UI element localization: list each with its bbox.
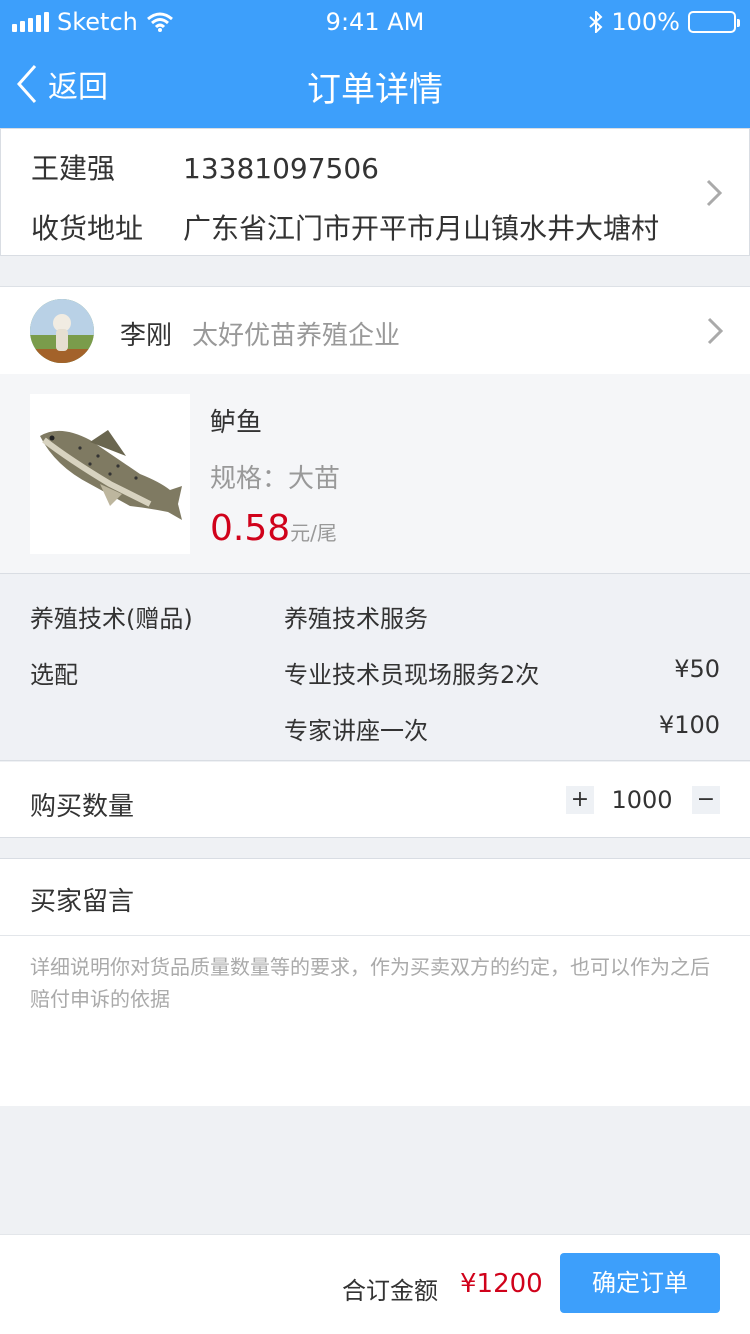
option-name[interactable]: 专家讲座一次 xyxy=(284,711,428,746)
buyer-message-section: 买家留言 xyxy=(0,858,750,1106)
message-input[interactable] xyxy=(30,951,720,1091)
product-spec: 规格：大苗 xyxy=(210,464,341,494)
product-unit: 元/尾 xyxy=(290,521,337,545)
recipient-row: 王建强 13381097506 xyxy=(31,147,379,187)
address-card[interactable]: 王建强 13381097506 收货地址 广东省江门市开平市月山镇水井大塘村 xyxy=(0,128,750,256)
product-price-row: 0.58元/尾 xyxy=(210,508,337,549)
chevron-right-icon xyxy=(706,179,723,207)
recipient-name: 王建强 xyxy=(31,152,116,185)
battery-icon xyxy=(688,11,740,33)
header: Sketch 9:41 AM 100% 返回 订单详情 xyxy=(0,0,750,128)
gift-value: 养殖技术服务 xyxy=(284,605,428,633)
address-label: 收货地址 xyxy=(31,212,144,245)
confirm-order-button[interactable]: 确定订单 xyxy=(560,1253,720,1313)
seller-name: 李刚 xyxy=(120,321,173,351)
product-image xyxy=(30,394,190,554)
status-bar: Sketch 9:41 AM 100% xyxy=(0,0,750,42)
footer-bar: 合订金额 ¥1200 确定订单 xyxy=(0,1234,750,1334)
message-label: 买家留言 xyxy=(30,887,135,917)
option-name[interactable]: 专业技术员现场服务2次 xyxy=(284,655,539,690)
optional-label: 选配 xyxy=(30,661,78,689)
quantity-row: 购买数量 + 1000 − xyxy=(0,762,750,838)
quantity-value[interactable]: 1000 xyxy=(596,786,688,814)
option-price: ¥50 xyxy=(674,655,720,683)
status-right: 100% xyxy=(589,8,740,36)
avatar xyxy=(30,299,94,363)
seller-row[interactable]: 李刚 太好优苗养殖企业 xyxy=(0,286,750,374)
page-title: 订单详情 xyxy=(307,70,443,110)
option-price: ¥100 xyxy=(658,711,720,739)
product-card: 鲈鱼 规格：大苗 0.58元/尾 xyxy=(0,374,750,574)
battery-percent: 100% xyxy=(611,8,680,36)
services-section: 养殖技术(赠品) 养殖技术服务 选配 专业技术员现场服务2次 ¥50 专家讲座一… xyxy=(0,575,750,761)
gift-label: 养殖技术(赠品) xyxy=(30,605,193,633)
address-row: 收货地址 广东省江门市开平市月山镇水井大塘村 xyxy=(31,207,659,247)
nav-bar: 返回 订单详情 xyxy=(0,42,750,128)
product-name: 鲈鱼 xyxy=(210,408,263,438)
bluetooth-icon xyxy=(589,11,603,33)
divider xyxy=(0,935,750,936)
address-value: 广东省江门市开平市月山镇水井大塘村 xyxy=(183,212,660,245)
chevron-right-icon xyxy=(707,317,724,345)
quantity-label: 购买数量 xyxy=(30,792,135,822)
total-label: 合订金额 xyxy=(342,1277,438,1305)
recipient-phone: 13381097506 xyxy=(183,152,379,185)
seller-company: 太好优苗养殖企业 xyxy=(192,321,401,351)
increase-button[interactable]: + xyxy=(566,786,594,814)
total-value: ¥1200 xyxy=(460,1269,543,1299)
decrease-button[interactable]: − xyxy=(692,786,720,814)
product-price: 0.58 xyxy=(210,508,291,549)
